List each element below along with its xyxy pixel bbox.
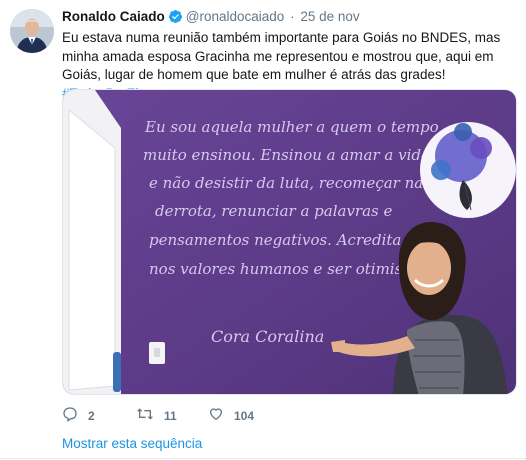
retweet-button[interactable]: 11 — [136, 406, 177, 426]
author-handle[interactable]: @ronaldocaiado — [186, 9, 285, 24]
author-name[interactable]: Ronaldo Caiado — [62, 9, 165, 24]
mural-line: muito ensinou. Ensinou a amar a vida — [143, 146, 430, 164]
mural-photo: Eu sou aquela mulher a quem o tempo muit… — [63, 90, 516, 394]
tweet-actions: 2 11 104 — [62, 406, 362, 426]
divider — [0, 458, 526, 459]
mural-signature: Cora Coralina — [211, 327, 324, 346]
verified-badge-icon — [168, 9, 183, 29]
tweet-text-content: Eu estava numa reunião também importante… — [62, 30, 501, 82]
show-thread-link[interactable]: Mostrar esta sequência — [62, 436, 202, 451]
tweet-header: Ronaldo Caiado @ronaldocaiado · 25 de nov — [62, 8, 360, 29]
mural-line: pensamentos negativos. Acredita — [149, 231, 401, 249]
tweet-date[interactable]: 25 de nov — [300, 9, 359, 24]
mural-line: derrota, renunciar a palavras e — [155, 202, 393, 220]
separator-dot: · — [290, 9, 295, 24]
reply-count: 2 — [88, 409, 95, 423]
retweet-icon — [136, 406, 154, 427]
mural-line: nos valores humanos e ser otimis — [149, 260, 403, 278]
door-handle — [113, 352, 121, 392]
like-button[interactable]: 104 — [208, 406, 254, 426]
reply-icon — [62, 406, 78, 427]
heart-icon — [208, 406, 224, 427]
like-count: 104 — [234, 409, 255, 423]
reply-button[interactable]: 2 — [62, 406, 95, 426]
mural-line: e não desistir da luta, recomeçar na — [149, 174, 423, 192]
tweet-photo[interactable]: Eu sou aquela mulher a quem o tempo muit… — [62, 89, 517, 395]
avatar[interactable] — [10, 9, 54, 53]
tweet-card[interactable]: Ronaldo Caiado @ronaldocaiado · 25 de nov… — [0, 0, 526, 460]
retweet-count: 11 — [164, 409, 177, 423]
avatar-image — [10, 9, 54, 53]
mural-line: Eu sou aquela mulher a quem o tempo — [144, 118, 439, 136]
butterfly-artwork — [420, 122, 516, 218]
